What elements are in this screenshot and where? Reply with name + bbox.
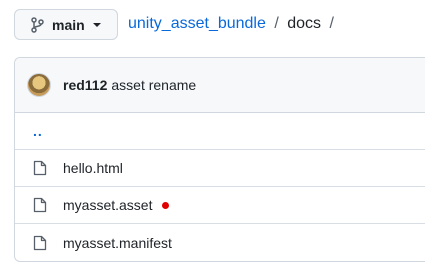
commit-message[interactable]: asset rename — [111, 77, 196, 93]
branch-name: main — [52, 16, 85, 33]
file-icon — [33, 197, 49, 213]
file-icon — [33, 160, 49, 176]
branch-selector-button[interactable]: main — [14, 9, 118, 40]
breadcrumb-trailing-separator: / — [329, 15, 334, 32]
breadcrumb-separator: / — [274, 15, 279, 32]
file-list: red112 asset rename .. hello.html myasse… — [14, 57, 425, 262]
list-item[interactable]: myasset.asset — [15, 187, 425, 224]
breadcrumb-repo-link[interactable]: unity_asset_bundle — [128, 15, 266, 32]
parent-directory-link[interactable]: .. — [33, 123, 43, 139]
avatar[interactable] — [27, 73, 51, 97]
commit-author[interactable]: red112 — [63, 77, 107, 93]
list-item[interactable]: hello.html — [15, 150, 425, 187]
file-name-link[interactable]: hello.html — [63, 160, 123, 176]
file-icon — [33, 235, 49, 251]
latest-commit-row: red112 asset rename — [15, 58, 425, 113]
file-name-link[interactable]: myasset.asset — [63, 197, 152, 213]
breadcrumb-current-dir: docs — [287, 15, 322, 32]
git-branch-icon — [30, 16, 44, 33]
modified-indicator-dot — [162, 201, 170, 209]
list-item[interactable]: myasset.manifest — [15, 224, 425, 261]
parent-directory-row[interactable]: .. — [15, 113, 425, 150]
file-name-link[interactable]: myasset.manifest — [63, 235, 172, 251]
breadcrumb: unity_asset_bundle / docs / — [128, 14, 338, 34]
triangle-down-icon — [92, 22, 101, 28]
